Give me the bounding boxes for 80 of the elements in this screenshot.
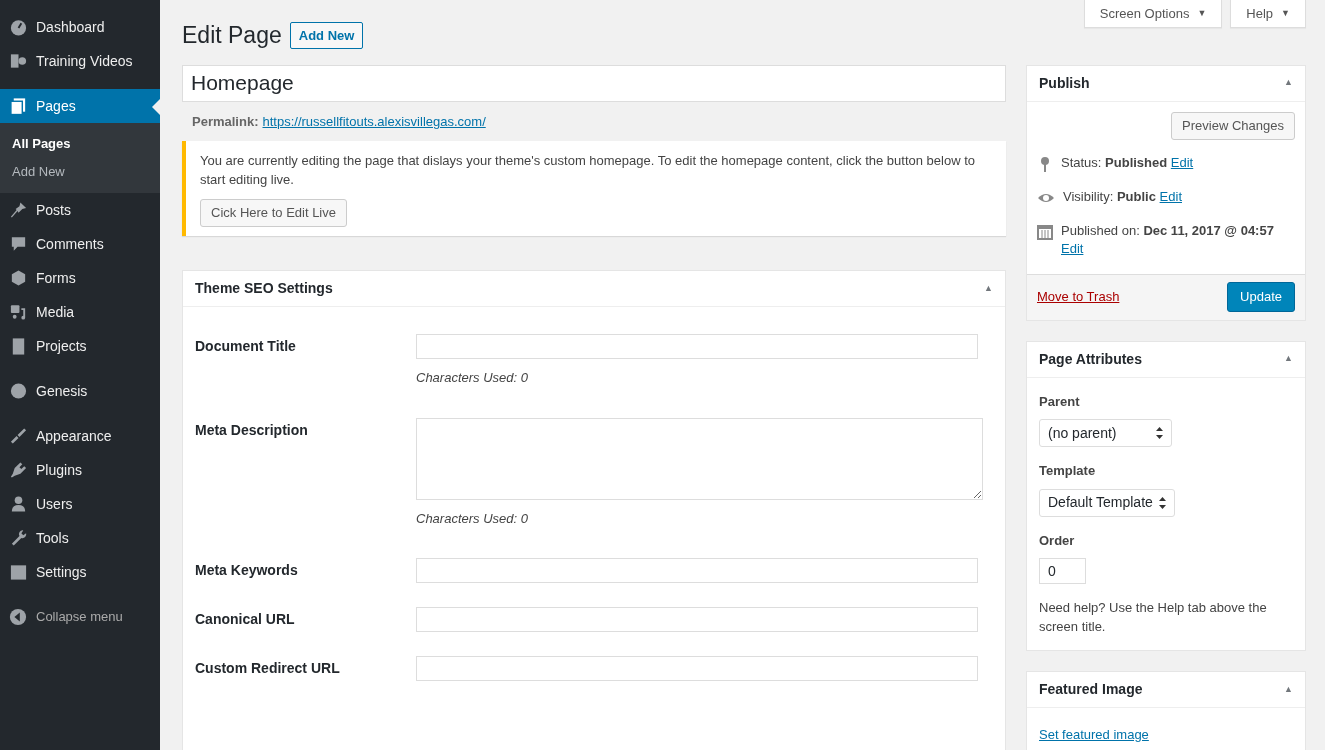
collapse-icon [9, 608, 27, 626]
panel-title: Publish [1039, 73, 1090, 93]
menu-icon [9, 200, 28, 220]
sidebar-item[interactable]: Pages [0, 89, 160, 123]
field-label: Document Title [195, 337, 297, 356]
panel-title: Featured Image [1039, 680, 1143, 699]
input-field[interactable] [416, 607, 978, 632]
current-arrow-icon [152, 99, 160, 115]
edit-link[interactable]: Edit [1061, 240, 1084, 256]
sidebar-item[interactable]: Appearance [0, 419, 160, 453]
field-label: Canonical URL [195, 610, 296, 629]
sidebar-item[interactable]: Settings [0, 555, 160, 589]
sidebar-item[interactable]: Genesis [0, 374, 160, 408]
sidebar-item[interactable]: Comments [0, 227, 160, 261]
submenu-item[interactable]: All Pages [0, 130, 160, 158]
panel-title: Theme SEO Settings [195, 279, 333, 298]
input-field[interactable] [416, 558, 978, 583]
notice-text: You are currently editing the page that dislays your theme's custom homepage. To edit the homepage content, click the button below to start editing live. [200, 152, 977, 189]
permalink-label: Permalink: [192, 112, 259, 131]
menu-icon [9, 381, 28, 401]
edit-live-button[interactable]: Cick Here to Edit Live [200, 199, 347, 227]
publish-info: Visibility: Public Edit [1063, 187, 1182, 206]
menu-icon [9, 528, 28, 548]
collapse-menu-button[interactable]: Collapse menu [0, 600, 160, 634]
sidebar-item[interactable]: Tools [0, 521, 160, 555]
parent-select[interactable]: (no parent) [1039, 419, 1172, 447]
menu-icon [9, 302, 28, 322]
menu-icon [9, 17, 28, 37]
publish-info: Status: Published Edit [1061, 153, 1194, 172]
screen-tab-button[interactable]: Screen Options ▼ [1083, 0, 1223, 28]
edit-link[interactable]: Edit [1170, 154, 1194, 170]
calendar-icon [1037, 222, 1053, 240]
text-area[interactable] [416, 417, 983, 500]
submenu-item[interactable]: Add New [0, 158, 160, 186]
menu-icon [9, 268, 28, 288]
page-heading: Edit Page [182, 21, 282, 50]
menu-icon [9, 460, 28, 480]
sidebar-item[interactable]: Forms [0, 261, 160, 295]
field-label: Custom Redirect URL [195, 659, 341, 678]
add-new-button[interactable]: Add New [289, 21, 364, 49]
field-label: Template [1039, 462, 1096, 480]
sidebar-item[interactable]: Users [0, 487, 160, 521]
input-field[interactable] [416, 334, 978, 359]
sidebar-item[interactable]: Posts [0, 193, 160, 227]
field-label: Meta Keywords [195, 561, 299, 580]
panel-title: Page Attributes [1039, 349, 1142, 369]
order-field[interactable]: 0 [1039, 558, 1086, 584]
update-button[interactable]: Update [1227, 282, 1295, 312]
sidebar-item[interactable]: Media [0, 295, 160, 329]
publish-info: Published on: Dec 11, 2017 @ 04:57 Edit [1061, 221, 1275, 258]
sidebar-item[interactable]: Dashboard [0, 10, 160, 44]
input-field[interactable] [416, 656, 978, 681]
stepper-icon [1156, 427, 1163, 439]
collapse-toggle[interactable]: ▲ [1284, 352, 1293, 366]
title-field[interactable]: Homepage [182, 64, 1006, 102]
edit-link[interactable]: Edit [1159, 188, 1182, 204]
sidebar-item[interactable]: Training Videos [0, 44, 160, 78]
sidebar-item[interactable]: Plugins [0, 453, 160, 487]
help-text: Need help? Use the Help tab above the screen title. [1039, 599, 1268, 636]
sidebar-item[interactable]: Projects [0, 329, 160, 363]
permalink-link[interactable]: https://russellfitouts.alexisvillegas.com/ [262, 111, 486, 131]
character-count: Characters Used: 0 [416, 369, 529, 387]
preview-changes-button[interactable]: Preview Changes [1171, 111, 1295, 140]
menu-icon [9, 51, 28, 71]
field-label: Order [1039, 531, 1075, 550]
stepper-icon [1158, 496, 1166, 509]
character-count: Characters Used: 0 [416, 509, 529, 528]
collapse-toggle[interactable]: ▲ [1284, 76, 1293, 90]
menu-icon [9, 494, 28, 514]
menu-icon [9, 96, 28, 116]
collapse-toggle[interactable]: ▲ [984, 281, 993, 296]
collapse-toggle[interactable]: ▲ [1284, 682, 1293, 697]
template-select[interactable]: Default Template [1039, 488, 1175, 517]
screen-tab-button[interactable]: Help ▼ [1230, 0, 1306, 28]
field-label: Parent [1039, 392, 1080, 411]
menu-icon [9, 562, 28, 582]
menu-icon [9, 426, 28, 446]
move-to-trash-link[interactable]: Move to Trash [1037, 287, 1120, 307]
set-featured-image-link[interactable]: Set featured image [1039, 727, 1149, 742]
field-label: Meta Description [195, 420, 309, 440]
